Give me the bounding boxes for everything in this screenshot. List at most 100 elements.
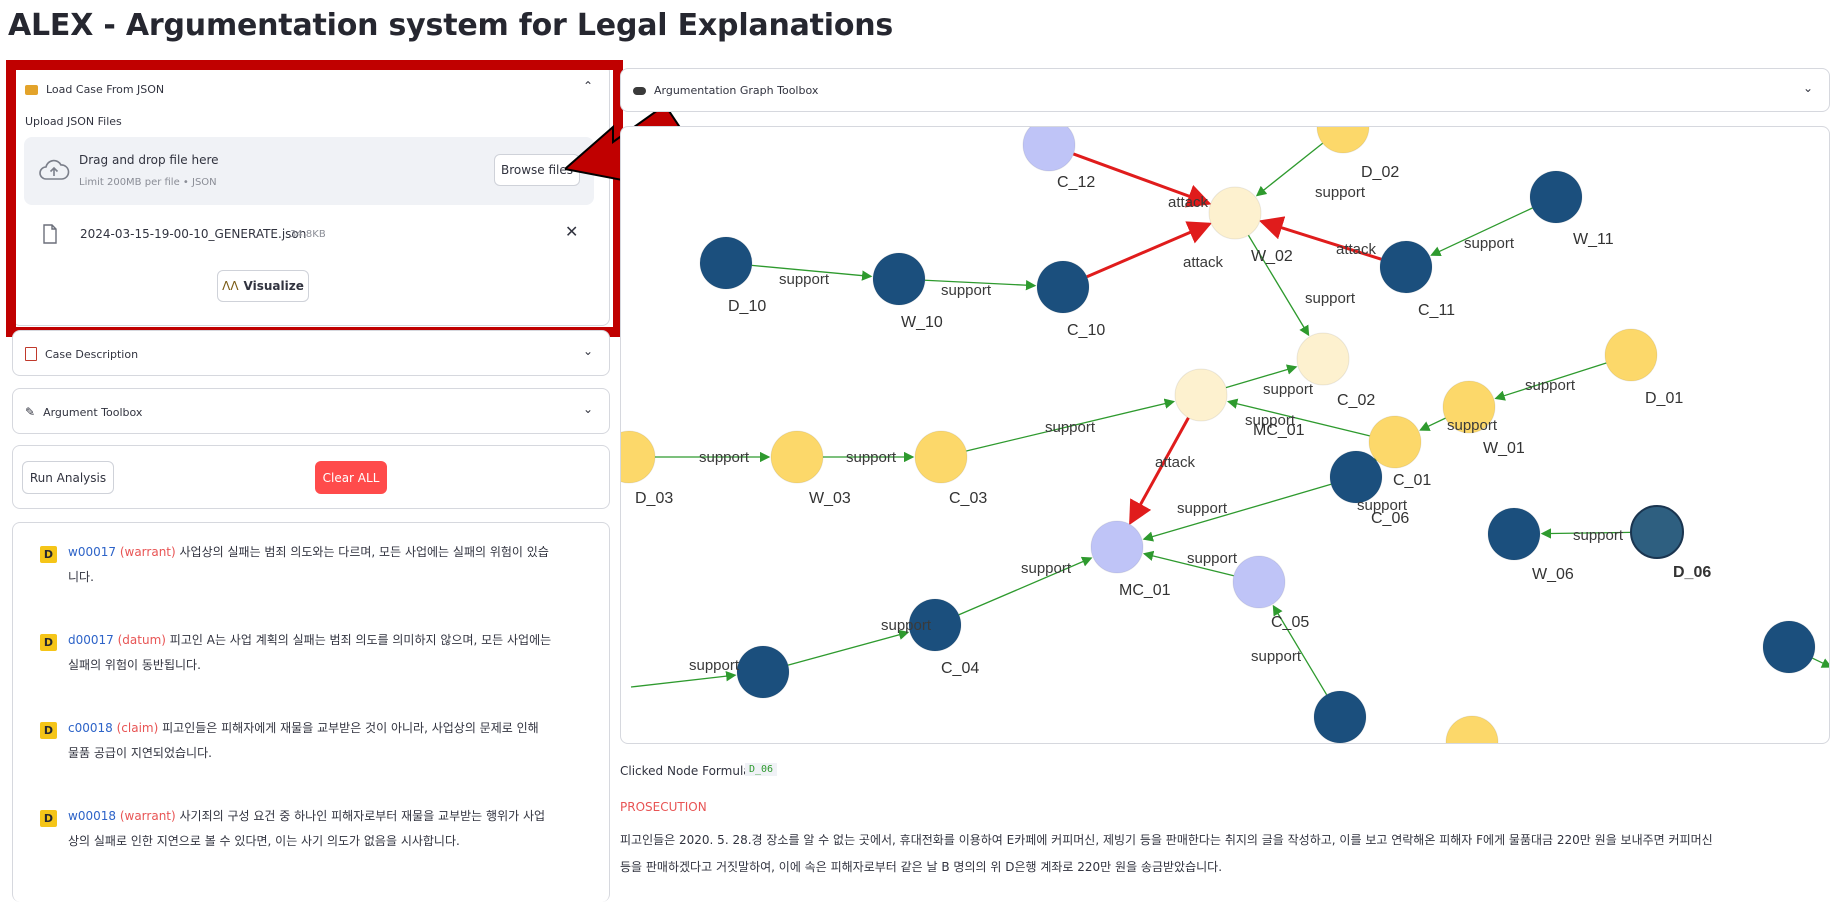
graph-node[interactable] [914, 430, 968, 484]
node-label: C_10 [1067, 322, 1105, 339]
graph-node[interactable] [1232, 555, 1286, 609]
graph-node[interactable] [1022, 127, 1076, 172]
section-label: PROSECUTION [620, 800, 707, 814]
argument-item: c00018 (claim) 피고인들은 피해자에게 재물을 교부받은 것이 아… [68, 716, 618, 766]
edge-label: support [846, 449, 897, 466]
case-description-expander[interactable]: Case Description ⌄ [12, 330, 610, 376]
document-icon [25, 347, 37, 361]
node-label: MC_01 [1119, 582, 1171, 599]
argument-text-cont: 니다. [68, 570, 94, 584]
argument-text: 피고인들은 피해자에게 재물을 교부받은 것이 아니라, 사업상의 문제로 인해 [162, 721, 539, 735]
edge-label: attack [1183, 254, 1224, 271]
page-title: ALEX - Argumentation system for Legal Ex… [8, 8, 894, 43]
graph-node[interactable] [770, 430, 824, 484]
formula-value: D_06 [745, 763, 778, 776]
node-label: D_02 [1361, 164, 1399, 181]
argument-kind: (claim) [116, 721, 159, 735]
edge-label: support [1447, 417, 1498, 434]
graph-node[interactable] [1604, 328, 1658, 382]
case-paragraph-line2: 등을 판매하겠다고 거짓말하여, 이에 속은 피해자로부터 같은 날 B 명의의… [620, 860, 1223, 874]
edge-label: support [779, 271, 830, 288]
argument-text: 사업상의 실패는 범죄 의도와는 다르며, 모든 사업에는 실패의 위험이 있습 [179, 545, 549, 559]
edge-label: support [1525, 377, 1576, 394]
edge-label: support [689, 657, 740, 674]
graph-node[interactable] [1316, 127, 1370, 154]
run-analysis-button[interactable]: Run Analysis [22, 461, 114, 494]
edge-label: attack [1168, 194, 1209, 211]
node-label: W_11 [1573, 231, 1614, 248]
graph-node[interactable] [1036, 260, 1090, 314]
argument-id[interactable]: w00017 [68, 545, 116, 559]
argument-badge: D [40, 810, 57, 827]
edge-label: support [1263, 381, 1314, 398]
graph-node[interactable] [1630, 505, 1684, 559]
node-label: D_03 [635, 490, 673, 507]
graph-node[interactable] [1174, 368, 1228, 422]
case-description-title: Case Description [45, 347, 139, 361]
argument-badge: D [40, 722, 57, 739]
graph-node[interactable] [1379, 240, 1433, 294]
argument-id[interactable]: w00018 [68, 809, 116, 823]
edge-label: support [1315, 184, 1366, 201]
argument-text: 사기죄의 구성 요건 중 하나인 피해자로부터 재물을 교부받는 행위가 사업 [179, 809, 546, 823]
chevron-down-icon[interactable]: ⌄ [583, 344, 593, 358]
graph-node[interactable] [1208, 186, 1262, 240]
node-label: W_10 [901, 314, 943, 331]
edge-label: support [699, 449, 750, 466]
graph-node[interactable] [1329, 450, 1383, 504]
graph-node[interactable] [1296, 332, 1350, 386]
graph-node[interactable] [1090, 520, 1144, 574]
support-edge [630, 671, 737, 688]
node-label: C_12 [1057, 174, 1095, 191]
edge-label: attack [1336, 241, 1377, 258]
argument-text: 피고인 A는 사업 계획의 실패는 범죄 의도를 의미하지 않으며, 모든 사업… [169, 633, 552, 647]
highlight-box [6, 60, 623, 337]
graph-node[interactable] [1487, 507, 1541, 561]
node-label: W_01 [1483, 440, 1525, 457]
graph-node[interactable] [1529, 170, 1583, 224]
edge-label: support [1177, 500, 1228, 517]
node-label: W_02 [1251, 248, 1293, 265]
chevron-down-icon[interactable]: ⌄ [1803, 81, 1813, 95]
graph-node[interactable] [1368, 415, 1422, 469]
node-label: C_11 [1418, 302, 1455, 319]
graph-node[interactable] [1313, 690, 1367, 743]
argument-id[interactable]: c00018 [68, 721, 113, 735]
graph-node[interactable] [621, 430, 656, 484]
support-edge [787, 629, 910, 666]
node-label: W_03 [809, 490, 851, 507]
graph-node[interactable] [872, 252, 926, 306]
support-edge [1255, 142, 1324, 197]
graph-toolbox-icon [633, 86, 646, 95]
argument-toolbox-expander[interactable]: ✎ Argument Toolbox ⌄ [12, 388, 610, 434]
argument-badge: D [40, 546, 57, 563]
graph-node[interactable] [736, 645, 790, 699]
case-paragraph-line1: 피고인들은 2020. 5. 28.경 장소를 알 수 없는 곳에서, 휴대전화… [620, 833, 1713, 847]
graph-toolbox-title: Argumentation Graph Toolbox [654, 84, 819, 97]
node-label: C_06 [1371, 510, 1409, 527]
clear-all-button[interactable]: Clear ALL [315, 461, 387, 494]
node-label: D_10 [728, 298, 766, 315]
node-label: C_02 [1337, 392, 1375, 409]
argumentation-graph[interactable]: support support attack attack attack support s… [621, 127, 1830, 744]
graph-node[interactable] [699, 236, 753, 290]
graph-toolbox-expander[interactable]: Argumentation Graph Toolbox ⌄ [620, 68, 1830, 112]
support-edge [1142, 483, 1332, 542]
graph-node[interactable] [1762, 620, 1816, 674]
support-edge [1812, 657, 1829, 668]
edge-label: support [1464, 235, 1515, 252]
argument-id[interactable]: d00017 [68, 633, 114, 647]
edge-label: support [1573, 527, 1624, 544]
node-label: W_06 [1532, 566, 1574, 583]
node-label: C_05 [1271, 614, 1309, 631]
graph-panel: support support attack attack attack support s… [620, 126, 1830, 744]
chevron-down-icon[interactable]: ⌄ [583, 402, 593, 416]
argument-text-cont: 실패의 위험이 동반됩니다. [68, 658, 201, 672]
node-label: MC_01 [1253, 422, 1305, 439]
graph-node[interactable] [1445, 715, 1499, 744]
pencil-icon: ✎ [25, 405, 36, 419]
edge-label: support [1045, 419, 1096, 436]
argument-badge: D [40, 634, 57, 651]
argument-item: d00017 (datum) 피고인 A는 사업 계획의 실패는 범죄 의도를 … [68, 628, 618, 678]
edge-label: attack [1155, 454, 1196, 471]
